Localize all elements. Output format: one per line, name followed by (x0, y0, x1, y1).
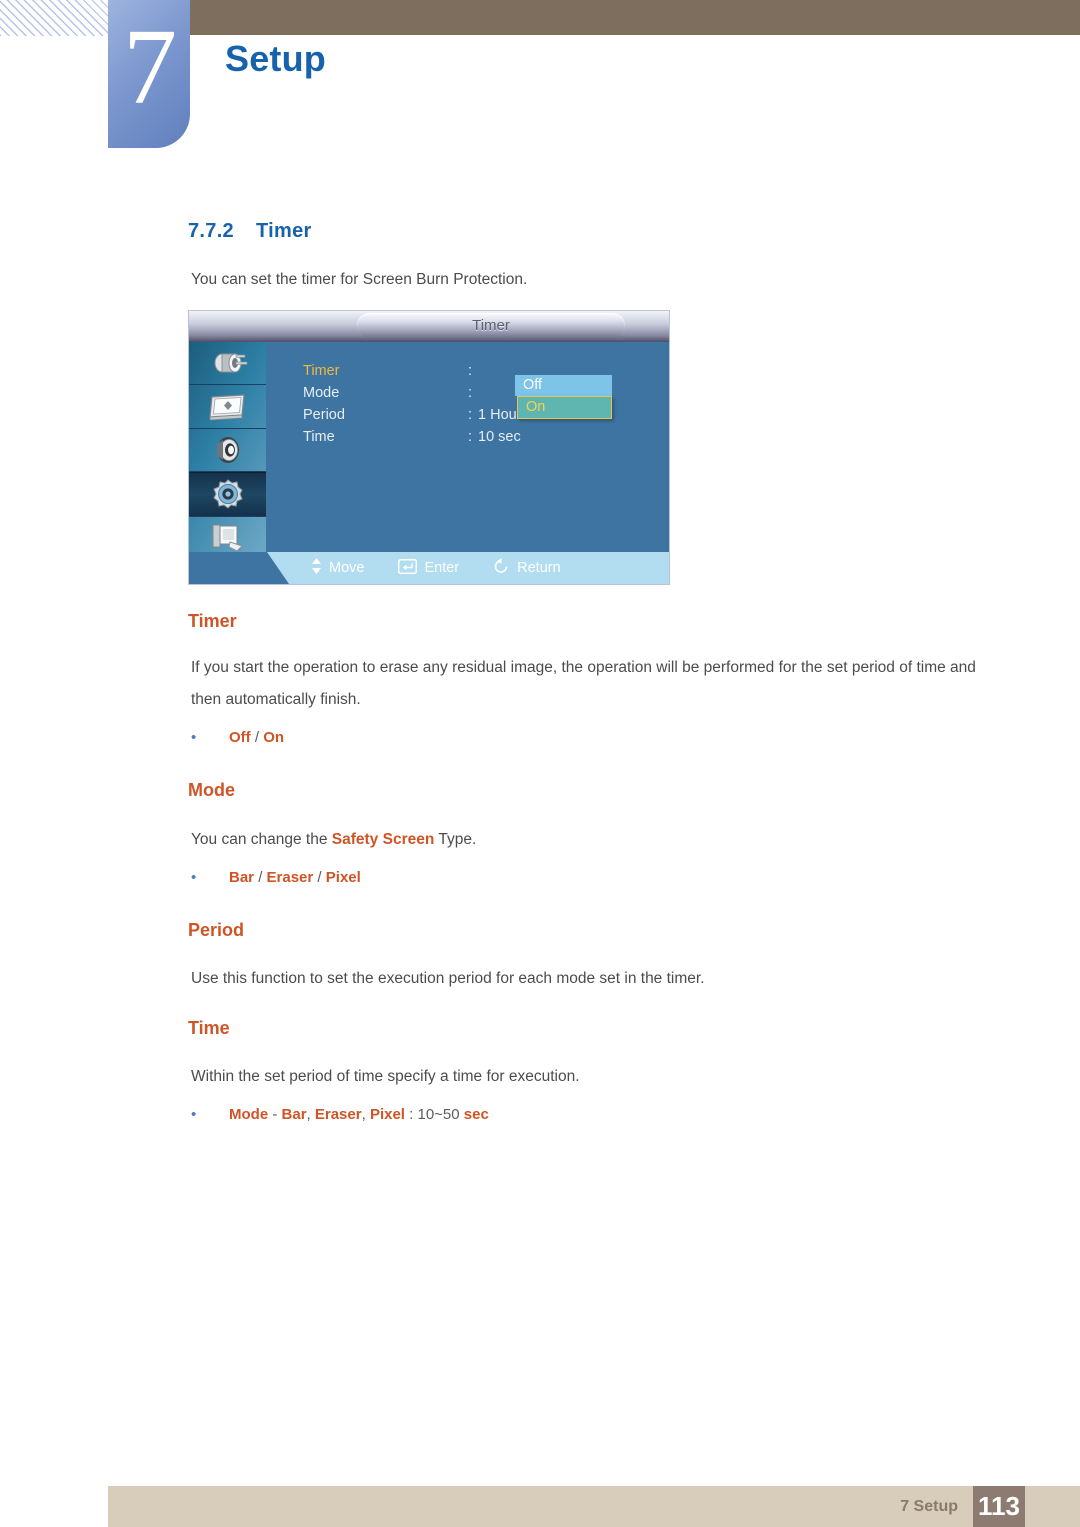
page-footer: 7 Setup 113 (108, 1486, 1080, 1527)
bullet-timer-on: On (263, 729, 285, 746)
osd-row-timer[interactable]: Timer : (303, 360, 522, 382)
bullet-dot-icon: • (191, 1106, 197, 1123)
osd-footer-notch (189, 552, 289, 584)
chapter-title: Setup (225, 38, 327, 79)
bullet-mode-options: • Bar / Eraser / Pixel (191, 869, 361, 886)
osd-hint-enter: Enter (398, 558, 460, 578)
osd-title-pill: Timer (357, 313, 625, 338)
header-brown-bar (190, 0, 1080, 35)
subheading-mode: Mode (188, 780, 235, 800)
osd-sidebar-item-setup[interactable] (189, 472, 266, 517)
section-number: 7.7.2 (188, 220, 234, 242)
return-arrow-icon (493, 558, 510, 578)
osd-label-period: Period (303, 407, 345, 423)
footer-page-box: 113 (973, 1486, 1025, 1527)
osd-hint-enter-label: Enter (424, 560, 460, 576)
input-source-icon (208, 350, 248, 376)
osd-row-mode[interactable]: Mode : (303, 382, 522, 404)
osd-hint-move-label: Move (329, 560, 365, 576)
chapter-badge: 7 (108, 0, 190, 148)
bullet-time-unit: sec (463, 1106, 489, 1123)
osd-hint-move: Move (311, 558, 364, 578)
osd-sidebar-item-input[interactable] (189, 342, 266, 386)
paragraph-mode-pre: You can change the (191, 831, 332, 848)
subheading-time: Time (188, 1018, 230, 1038)
osd-titlebar: Timer (189, 311, 669, 342)
paragraph-mode: You can change the Safety Screen Type. (191, 824, 1006, 856)
osd-row-time[interactable]: Time : 10 sec (303, 426, 522, 448)
osd-footer-items: Move Enter Return (311, 552, 561, 584)
page-header: 7 Setup (0, 0, 1080, 150)
footer-page-number: 113 (978, 1491, 1020, 1521)
picture-display-icon (208, 393, 247, 421)
bullet-dot-icon: • (191, 869, 197, 886)
osd-title-text: Timer (472, 317, 510, 334)
paragraph-time: Within the set period of time specify a … (191, 1068, 580, 1085)
bullet-mode-bar: Bar (229, 869, 255, 886)
paragraph-period: Use this function to set the execution p… (191, 970, 705, 987)
multi-control-icon (210, 523, 246, 553)
osd-option-off[interactable]: Off (515, 375, 612, 396)
osd-hint-return: Return (493, 558, 561, 578)
osd-sidebar-item-sound[interactable] (189, 429, 266, 473)
bullet-time-range: 10~50 (417, 1106, 460, 1123)
bullet-dot-icon: • (191, 729, 197, 746)
bullet-time-bar: Bar (281, 1106, 307, 1123)
setup-gear-icon (211, 478, 245, 510)
up-down-arrow-icon (311, 558, 322, 578)
osd-hint-return-label: Return (517, 560, 561, 576)
osd-sidebar-item-picture[interactable] (189, 385, 266, 429)
paragraph-mode-highlight: Safety Screen (331, 831, 435, 848)
bullet-time-options: • Mode - Bar, Eraser, Pixel : 10~50 sec (191, 1106, 489, 1123)
osd-label-timer: Timer (303, 363, 340, 379)
osd-dropdown-timer-options[interactable]: Off On (515, 375, 612, 419)
chapter-number: 7 (123, 8, 177, 127)
footer-chapter-label: 7 Setup (900, 1498, 958, 1515)
osd-body: Timer : Mode : Period : 1 Hour Time : 10… (266, 342, 669, 554)
osd-menu-screenshot: Timer Timer: Mode: Period: 1 Hour Tim… (188, 310, 670, 585)
osd-sidebar (189, 342, 266, 560)
enter-key-icon (398, 558, 418, 578)
osd-settings-list: Timer : Mode : Period : 1 Hour Time : 10… (303, 360, 612, 448)
osd-colon: : (468, 363, 473, 379)
sound-speaker-icon (212, 435, 244, 465)
paragraph-mode-post: Type. (434, 831, 477, 848)
section-title: Timer (255, 220, 312, 242)
osd-label-time: Time (303, 429, 335, 445)
decorative-hatch-pattern (0, 0, 112, 36)
bullet-timer-options: • Off / On (191, 729, 284, 746)
subheading-period: Period (188, 920, 245, 940)
osd-row-period[interactable]: Period : 1 Hour (303, 404, 522, 426)
bullet-timer-off: Off (229, 729, 251, 746)
bullet-time-pixel: Pixel (369, 1106, 405, 1123)
paragraph-timer: If you start the operation to erase any … (191, 659, 976, 708)
osd-colon: : (468, 407, 473, 423)
osd-colon: : (468, 385, 473, 401)
osd-label-mode: Mode (303, 385, 340, 401)
section-heading: 7.7.2 Timer (188, 220, 312, 243)
bullet-time-mode: Mode (229, 1106, 269, 1123)
bullet-time-eraser: Eraser (314, 1106, 362, 1123)
osd-value-time: 10 sec (478, 429, 521, 445)
osd-colon: : (468, 429, 473, 445)
osd-option-on[interactable]: On (517, 396, 612, 419)
bullet-mode-eraser: Eraser (266, 869, 314, 886)
section-intro-text: You can set the timer for Screen Burn Pr… (191, 271, 528, 288)
subheading-timer: Timer (188, 611, 237, 631)
osd-footer-hintbar: Move Enter Return (189, 552, 669, 584)
bullet-mode-pixel: Pixel (325, 869, 361, 886)
